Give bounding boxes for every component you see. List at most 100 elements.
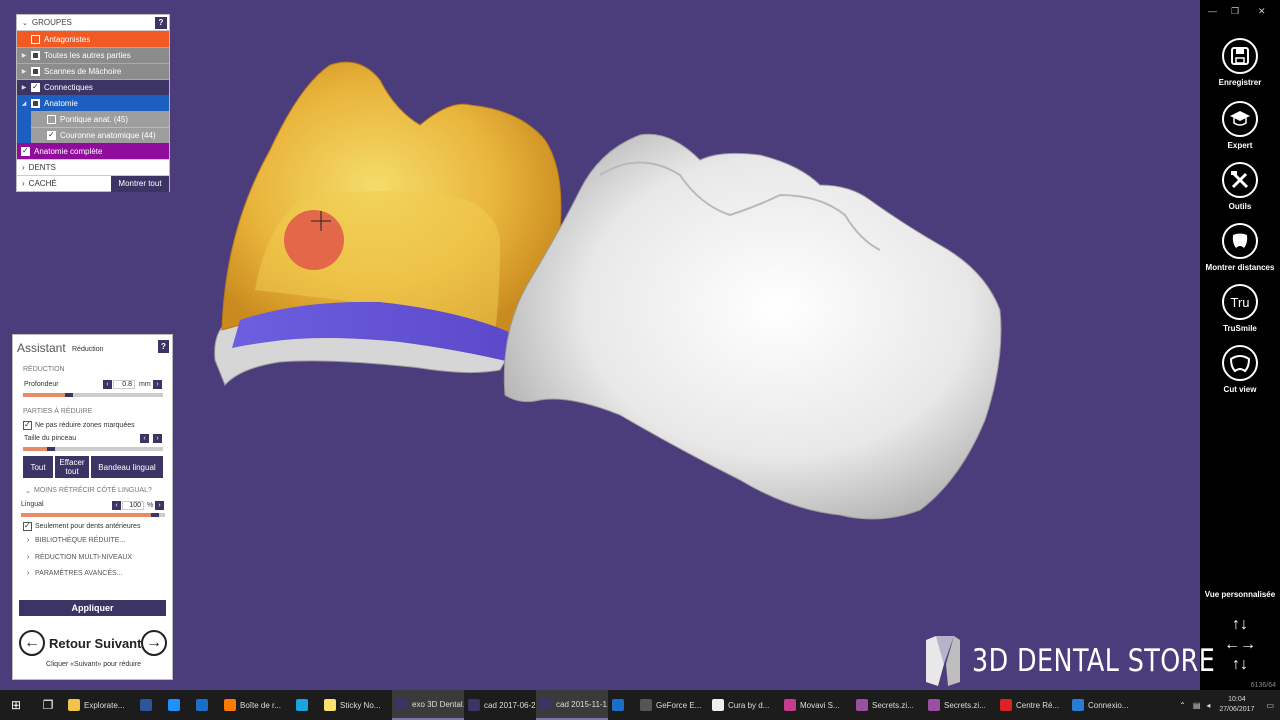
app-label: Sticky No... <box>340 700 381 710</box>
assistant-help-button[interactable]: ? <box>158 340 169 353</box>
lingual-band-button[interactable]: Bandeau lingual <box>91 456 163 478</box>
group-scannes-machoire[interactable]: ▶ Scannes de Mâchoire <box>17 63 169 79</box>
depth-decrease-button[interactable]: ‹ <box>103 380 112 389</box>
cut-view-tool[interactable]: Cut view <box>1200 345 1280 394</box>
depth-slider-knob[interactable] <box>65 393 74 397</box>
couronne-checkbox[interactable] <box>47 130 56 140</box>
network-icon[interactable]: ▤ <box>1190 701 1204 710</box>
subgroup-pontique[interactable]: Pontique anat. (45) <box>31 111 169 127</box>
anatomie-checkbox[interactable] <box>31 98 40 108</box>
library-option[interactable]: BIBLIOTHÈQUE RÉDUITE... <box>35 537 125 544</box>
3d-viewport[interactable] <box>0 0 1200 690</box>
anterior-only-checkbox[interactable] <box>23 521 32 531</box>
collapse-arrow-icon[interactable]: ◢ <box>17 100 31 107</box>
show-all-button[interactable]: Montrer tout <box>111 176 169 192</box>
scannes-checkbox[interactable] <box>31 67 40 76</box>
teeth-model[interactable] <box>0 0 1200 690</box>
taskbar-app[interactable]: Secrets.zi... <box>852 690 924 720</box>
task-view-icon[interactable]: ❐ <box>32 690 64 720</box>
brush-slider[interactable] <box>23 447 163 451</box>
app-icon <box>640 699 652 711</box>
close-icon[interactable]: ✕ <box>1258 6 1266 17</box>
back-arrow-icon[interactable]: ← <box>19 630 45 656</box>
connectiques-checkbox[interactable] <box>31 82 40 92</box>
clock[interactable]: 10:04 27/06/2017 <box>1213 695 1260 715</box>
taskbar-app[interactable]: cad 2015-11-1... <box>536 690 608 720</box>
lingual-label: Lingual <box>21 501 44 508</box>
subgroup-couronne[interactable]: Couronne anatomique (44) <box>31 127 169 143</box>
group-anatomie-complete[interactable]: Anatomie complète <box>17 143 169 159</box>
clear-all-button[interactable]: Effacer tout <box>55 456 89 478</box>
groups-header[interactable]: ⌄ GROUPES ? <box>17 15 169 31</box>
dents-section[interactable]: › DENTS <box>17 159 169 175</box>
less-shrink-toggle[interactable]: MOINS RÉTRÉCIR CÔTÉ LINGUAL? <box>34 487 152 494</box>
brush-decrease-button[interactable]: ‹ <box>140 434 149 443</box>
taskbar-app[interactable]: GeForce E... <box>636 690 708 720</box>
app-icon <box>296 699 308 711</box>
taskbar-app[interactable]: Secrets.zi... <box>924 690 996 720</box>
pontique-checkbox[interactable] <box>47 114 56 124</box>
brush-slider-knob[interactable] <box>47 447 55 451</box>
taskbar-app[interactable]: cad 2017-06-2... <box>464 690 536 720</box>
no-reduce-checkbox[interactable] <box>23 420 32 430</box>
select-all-button[interactable]: Tout <box>23 456 53 478</box>
depth-slider-fill <box>23 393 70 397</box>
group-anatomie[interactable]: ◢ Anatomie <box>17 95 169 111</box>
expert-tool[interactable]: Expert <box>1200 101 1280 150</box>
lingual-increase-button[interactable]: › <box>155 501 164 510</box>
cache-section[interactable]: › CACHÉ Montrer tout <box>17 175 169 192</box>
tools-tool[interactable]: Outils <box>1200 162 1280 211</box>
expand-arrow-icon[interactable]: ▶ <box>17 84 31 91</box>
expand-arrow-icon[interactable]: ▶ <box>17 68 31 75</box>
volume-icon[interactable]: ◂ <box>1203 701 1213 710</box>
depth-slider[interactable] <box>23 393 163 397</box>
antagonistes-checkbox[interactable] <box>31 34 40 44</box>
groups-help-button[interactable]: ? <box>155 17 167 29</box>
tray-arrow-icon[interactable]: ⌃ <box>1175 701 1190 710</box>
minimize-icon[interactable]: — <box>1208 6 1217 16</box>
clear-all-label-2: tout <box>65 467 79 476</box>
show-distances-tool[interactable]: Montrer distances <box>1200 223 1280 272</box>
trusmile-tool[interactable]: Tru TruSmile <box>1200 284 1280 333</box>
expand-arrow-icon[interactable]: ▶ <box>17 52 31 59</box>
depth-increase-button[interactable]: › <box>153 380 162 389</box>
advanced-option[interactable]: PARAMÈTRES AVANCÉS... <box>35 570 123 577</box>
group-antagonistes[interactable]: Antagonistes <box>17 31 169 47</box>
next-arrow-icon[interactable]: → <box>141 630 167 656</box>
group-autres-parties[interactable]: ▶ Toutes les autres parties <box>17 47 169 63</box>
depth-input[interactable]: 0.8 <box>113 380 135 389</box>
group-connectiques[interactable]: ▶ Connectiques <box>17 79 169 95</box>
lingual-slider-knob[interactable] <box>150 513 159 517</box>
taskbar-app[interactable]: Centre Ré... <box>996 690 1068 720</box>
taskbar-app[interactable] <box>608 690 636 720</box>
lingual-input[interactable]: 100 <box>122 501 144 510</box>
save-tool[interactable]: Enregistrer <box>1200 38 1280 87</box>
notification-icon[interactable]: ▭ <box>1260 701 1280 710</box>
brush-increase-button[interactable]: › <box>153 434 162 443</box>
taskbar-app[interactable] <box>192 690 220 720</box>
nav-label[interactable]: Retour Suivant <box>49 636 141 651</box>
taskbar-app[interactable] <box>292 690 320 720</box>
anatomie-complete-checkbox[interactable] <box>21 146 30 156</box>
multi-level-option[interactable]: RÉDUCTION MULTI-NIVEAUX <box>35 554 132 561</box>
taskbar-app[interactable]: Sticky No... <box>320 690 392 720</box>
windows-start-icon[interactable]: ⊞ <box>0 690 32 720</box>
app-icon <box>324 699 336 711</box>
taskbar-app[interactable] <box>164 690 192 720</box>
taskbar-app[interactable]: Connexio... <box>1068 690 1140 720</box>
app-label: Centre Ré... <box>1016 700 1060 710</box>
taskbar-app[interactable]: Explorate... <box>64 690 136 720</box>
lingual-decrease-button[interactable]: ‹ <box>112 501 121 510</box>
taskbar-app[interactable] <box>136 690 164 720</box>
taskbar-app[interactable]: Movavi S... <box>780 690 852 720</box>
apply-button[interactable]: Appliquer <box>19 600 166 616</box>
taskbar-app[interactable]: exo 3D Dental... <box>392 690 464 720</box>
cache-label: CACHÉ <box>28 179 57 188</box>
restore-icon[interactable]: ❐ <box>1231 6 1239 17</box>
section-reduction: RÉDUCTION <box>23 366 65 373</box>
lingual-slider[interactable] <box>21 513 165 517</box>
taskbar-app[interactable]: Boîte de r... <box>220 690 292 720</box>
taskbar-app[interactable]: Cura by d... <box>708 690 780 720</box>
autres-parties-checkbox[interactable] <box>31 51 40 60</box>
clear-all-label-1: Effacer <box>59 458 85 467</box>
